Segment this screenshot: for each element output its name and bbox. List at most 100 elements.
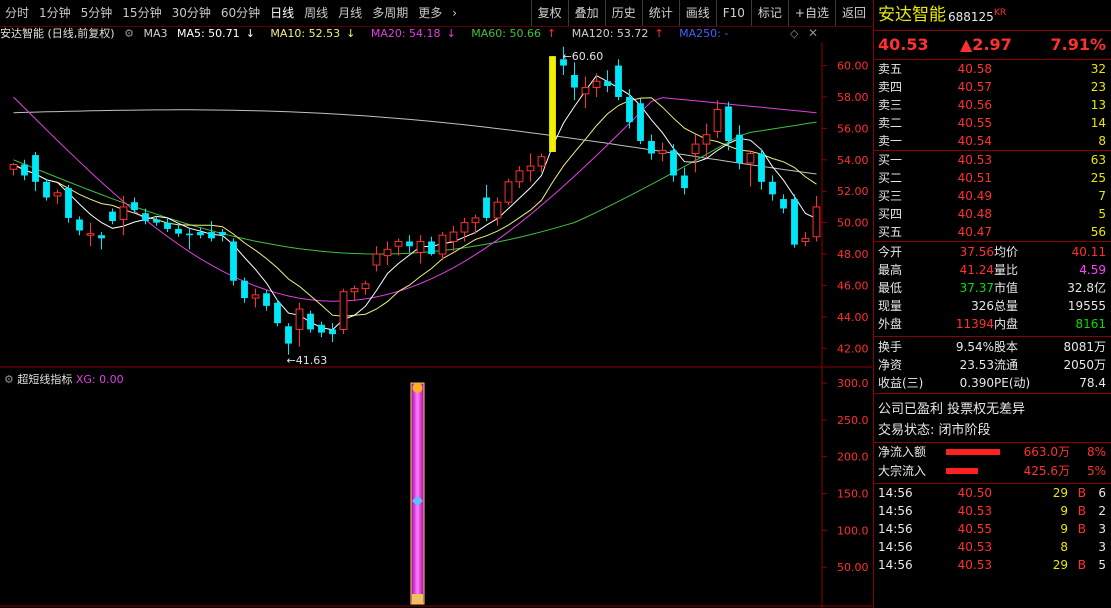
candle-body[interactable] bbox=[483, 197, 490, 218]
candle-body[interactable] bbox=[164, 222, 171, 229]
candle-body[interactable] bbox=[65, 188, 72, 218]
toolbar-button-2[interactable]: 历史 bbox=[604, 0, 642, 26]
candle-body[interactable] bbox=[812, 206, 821, 238]
candle-body[interactable] bbox=[428, 241, 435, 255]
candle-body[interactable] bbox=[372, 253, 381, 266]
candle-body[interactable] bbox=[274, 302, 281, 324]
candle-body[interactable] bbox=[219, 232, 226, 236]
candle-body[interactable] bbox=[604, 81, 611, 86]
diamond-icon[interactable]: ◇ bbox=[790, 27, 798, 40]
candle-body[interactable] bbox=[801, 237, 810, 242]
chevron-right-icon[interactable]: › bbox=[447, 0, 462, 26]
candle-body[interactable] bbox=[691, 143, 700, 155]
candle-body[interactable] bbox=[241, 280, 248, 299]
candle-body[interactable] bbox=[86, 233, 95, 236]
candle-body[interactable] bbox=[626, 96, 633, 123]
candle-body[interactable] bbox=[383, 248, 392, 257]
kline-chart[interactable]: 60.00 58.00 56.00 54.00 52.00 50.00 48.00 46.00… bbox=[0, 42, 872, 608]
toolbar-button-7[interactable]: +自选 bbox=[787, 0, 835, 26]
period-tab-8[interactable]: 月线 bbox=[333, 0, 367, 26]
candle-body[interactable] bbox=[438, 234, 447, 255]
settings-gear-icon[interactable]: ⚙ bbox=[124, 27, 134, 40]
candle-body[interactable] bbox=[329, 329, 336, 335]
candle-body[interactable] bbox=[769, 181, 776, 195]
candle-body[interactable] bbox=[9, 164, 18, 170]
candle-body[interactable] bbox=[406, 241, 413, 247]
candle-body[interactable] bbox=[263, 293, 270, 306]
candle-body[interactable] bbox=[758, 153, 765, 182]
candle-body[interactable] bbox=[746, 153, 755, 164]
indicator-bar[interactable] bbox=[410, 382, 425, 605]
candle-body[interactable] bbox=[186, 233, 193, 236]
period-tab-2[interactable]: 5分钟 bbox=[76, 0, 118, 26]
candle-body[interactable] bbox=[791, 199, 798, 245]
candle-body[interactable] bbox=[449, 231, 458, 242]
candle-body[interactable] bbox=[549, 56, 556, 152]
toolbar-button-6[interactable]: 标记 bbox=[750, 0, 788, 26]
period-tab-5[interactable]: 60分钟 bbox=[216, 0, 265, 26]
candle-body[interactable] bbox=[142, 213, 149, 222]
candle-body[interactable] bbox=[318, 324, 325, 333]
candle-body[interactable] bbox=[21, 164, 28, 176]
period-tab-1[interactable]: 1分钟 bbox=[34, 0, 76, 26]
candle-body[interactable] bbox=[295, 308, 304, 330]
indicator-gear-icon[interactable]: ⚙ bbox=[4, 373, 14, 386]
candle-body[interactable] bbox=[416, 240, 425, 253]
candle-body[interactable] bbox=[648, 140, 655, 154]
period-tab-4[interactable]: 30分钟 bbox=[167, 0, 216, 26]
candle-body[interactable] bbox=[307, 313, 314, 330]
candle-body[interactable] bbox=[471, 217, 480, 224]
candle-body[interactable] bbox=[713, 109, 722, 133]
candle-body[interactable] bbox=[285, 326, 292, 344]
candle-body[interactable] bbox=[460, 222, 469, 233]
candle-body[interactable] bbox=[493, 201, 502, 219]
candle-body[interactable] bbox=[43, 181, 50, 198]
candle-body[interactable] bbox=[571, 74, 578, 88]
candle-body[interactable] bbox=[109, 211, 116, 222]
candle-body[interactable] bbox=[670, 150, 677, 176]
candle-body[interactable] bbox=[702, 134, 711, 145]
period-tab-0[interactable]: 分时 bbox=[0, 0, 34, 26]
period-tab-10[interactable]: 更多 bbox=[413, 0, 447, 26]
candle-body[interactable] bbox=[175, 228, 182, 234]
period-tab-9[interactable]: 多周期 bbox=[367, 0, 413, 26]
toolbar-button-8[interactable]: 返回 bbox=[834, 0, 872, 26]
toolbar-button-3[interactable]: 统计 bbox=[641, 0, 679, 26]
candle-body[interactable] bbox=[581, 87, 590, 95]
candle-body[interactable] bbox=[592, 80, 601, 89]
toolbar-button-5[interactable]: F10 bbox=[715, 0, 751, 26]
close-icon[interactable]: ✕ bbox=[808, 26, 818, 40]
toolbar-button-4[interactable]: 画线 bbox=[678, 0, 716, 26]
candle-body[interactable] bbox=[76, 219, 83, 231]
toolbar-button-0[interactable]: 复权 bbox=[530, 0, 568, 26]
candle-body[interactable] bbox=[153, 219, 160, 223]
candle-body[interactable] bbox=[32, 155, 39, 182]
candle-body[interactable] bbox=[537, 156, 546, 167]
candle-body[interactable] bbox=[615, 65, 622, 97]
candle-body[interactable] bbox=[736, 134, 743, 163]
candle-body[interactable] bbox=[339, 291, 348, 330]
candle-body[interactable] bbox=[131, 202, 138, 211]
period-tab-7[interactable]: 周线 bbox=[299, 0, 333, 26]
candle-body[interactable] bbox=[658, 149, 667, 155]
period-tab-6[interactable]: 日线 bbox=[265, 0, 299, 26]
candle-body[interactable] bbox=[681, 175, 688, 189]
candle-body[interactable] bbox=[98, 235, 105, 239]
candle-body[interactable] bbox=[361, 283, 370, 290]
candle-body[interactable] bbox=[208, 232, 215, 239]
candle-body[interactable] bbox=[53, 192, 62, 197]
candle-body[interactable] bbox=[251, 294, 260, 299]
candle-body[interactable] bbox=[725, 106, 732, 141]
candle-body[interactable] bbox=[394, 240, 403, 247]
candle-body[interactable] bbox=[230, 241, 237, 281]
candle-body[interactable] bbox=[504, 181, 513, 203]
toolbar-button-1[interactable]: 叠加 bbox=[567, 0, 605, 26]
candle-body[interactable] bbox=[515, 170, 524, 183]
candle-body[interactable] bbox=[197, 232, 204, 236]
candle-body[interactable] bbox=[526, 165, 535, 172]
candle-body[interactable] bbox=[637, 103, 644, 141]
candle-body[interactable] bbox=[119, 206, 128, 220]
period-tab-3[interactable]: 15分钟 bbox=[117, 0, 166, 26]
candle-body[interactable] bbox=[780, 199, 787, 209]
candle-body[interactable] bbox=[350, 288, 359, 293]
